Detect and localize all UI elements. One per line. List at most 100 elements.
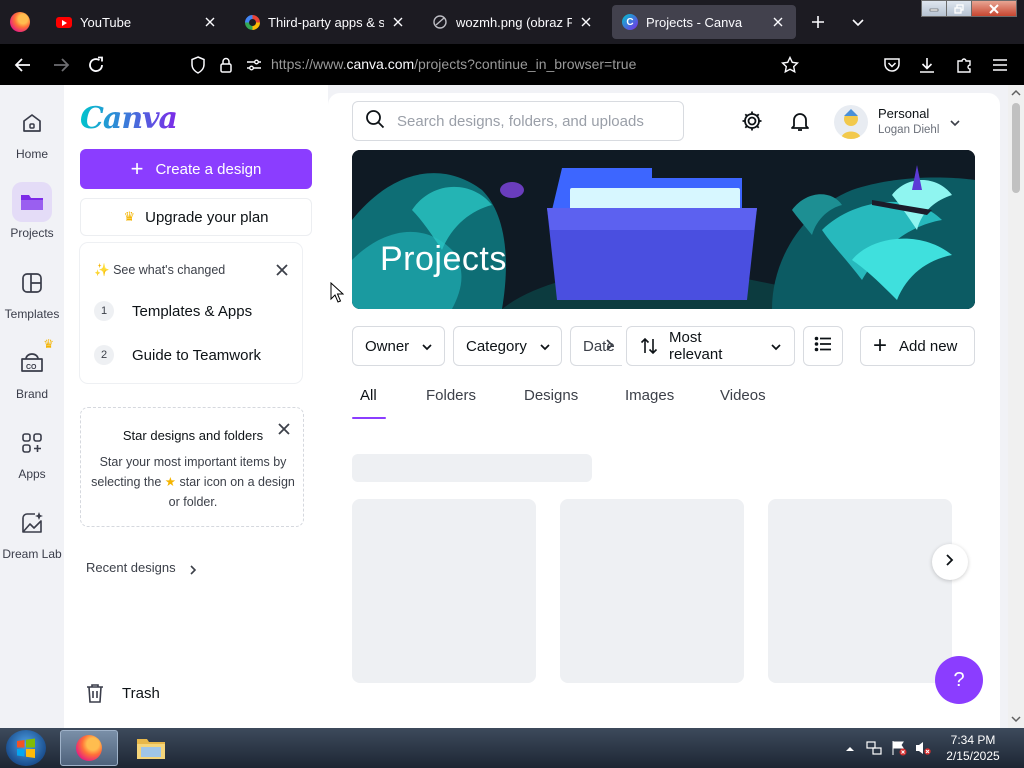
scroll-down-arrow-icon[interactable] (1011, 714, 1021, 724)
upgrade-plan-button[interactable]: ♛ Upgrade your plan (80, 198, 312, 236)
menu-hamburger-icon[interactable] (989, 54, 1011, 76)
start-button[interactable] (6, 730, 46, 766)
window-close-button[interactable] (971, 0, 1017, 17)
sort-label: Most relevant (669, 329, 723, 363)
close-icon[interactable] (578, 14, 594, 30)
loading-skeleton-card (560, 499, 744, 683)
downloads-icon[interactable] (916, 54, 938, 76)
taskbar-clock[interactable]: 7:34 PM 2/15/2025 (940, 732, 1006, 764)
canva-icon: C (622, 14, 638, 30)
tab-label: YouTube (80, 14, 132, 30)
back-arrow-icon[interactable] (12, 54, 34, 76)
page-scrollbar[interactable] (1008, 85, 1024, 728)
restore-button[interactable] (946, 0, 972, 17)
rail-item-home[interactable]: Home (0, 103, 64, 161)
rail-item-brand[interactable]: CO ♛ Brand (0, 337, 64, 401)
tab-all[interactable]: All (360, 387, 377, 404)
apps-icon (12, 423, 52, 463)
rail-item-label: Apps (18, 467, 46, 481)
forward-arrow-icon[interactable] (50, 54, 72, 76)
rail-item-label: Templates (4, 307, 60, 321)
chevron-right-icon (188, 563, 198, 575)
firefox-logo-icon[interactable] (10, 12, 30, 32)
star-designs-card: Star designs and folders Star your most … (80, 407, 304, 527)
tab-designs[interactable]: Designs (524, 387, 578, 404)
list-view-toggle[interactable] (803, 326, 843, 366)
tab-wozmh-png[interactable]: wozmh.png (obraz PNG, (422, 5, 604, 39)
close-icon[interactable] (276, 263, 290, 277)
site-permissions-icon[interactable] (243, 54, 265, 76)
owner-filter-dropdown[interactable]: Owner (352, 326, 445, 366)
step-number: 1 (94, 301, 114, 321)
close-icon[interactable] (770, 14, 786, 30)
scroll-filters-chevron-right-icon[interactable] (604, 338, 620, 354)
carousel-next-button[interactable] (932, 544, 968, 580)
search-box[interactable] (352, 101, 684, 141)
url-bar[interactable]: https://www.canva.com/projects?continue_… (271, 56, 636, 72)
rail-item-projects[interactable]: Projects (0, 182, 64, 240)
rail-item-label: Dream Lab (2, 547, 62, 561)
pocket-icon[interactable] (881, 54, 903, 76)
close-icon[interactable] (202, 14, 218, 30)
side-panel: Canva + Create a design ♛ Upgrade your p… (64, 85, 328, 728)
rail-item-templates[interactable]: Templates (0, 263, 64, 321)
account-type: Personal (878, 106, 930, 121)
whats-changed-title: ✨ See what's changed (94, 263, 225, 278)
brand-icon: CO ♛ (12, 337, 54, 383)
firefox-icon (76, 735, 102, 761)
rail-item-dream-lab[interactable]: Dream Lab (0, 503, 64, 561)
volume-muted-icon[interactable] (915, 740, 931, 756)
close-icon[interactable] (277, 422, 291, 436)
search-input[interactable] (397, 112, 677, 130)
chevron-right-icon (944, 553, 956, 572)
add-new-button[interactable]: + Add new (860, 326, 975, 366)
trash-link[interactable]: Trash (84, 682, 160, 704)
scroll-up-arrow-icon[interactable] (1011, 88, 1021, 98)
party-icon: ✨ (94, 263, 110, 277)
step-number: 2 (94, 345, 114, 365)
extensions-puzzle-icon[interactable] (953, 54, 975, 76)
close-icon[interactable] (390, 14, 406, 30)
reload-icon[interactable] (85, 54, 107, 76)
taskbar-file-explorer[interactable] (122, 730, 180, 766)
tab-folders[interactable]: Folders (426, 387, 476, 404)
tab-images[interactable]: Images (625, 387, 674, 404)
projects-hero-banner: Projects (352, 150, 975, 309)
tab-label: wozmh.png (obraz PNG, (456, 14, 572, 30)
tray-expand-arrow-icon[interactable] (845, 740, 861, 756)
tab-youtube[interactable]: YouTube (46, 5, 228, 39)
network-icon[interactable] (866, 740, 882, 756)
tab-projects-canva[interactable]: C Projects - Canva (612, 5, 796, 39)
tab-third-party-apps[interactable]: Third-party apps & serv (234, 5, 416, 39)
nav-rail: Home Projects Templates CO ♛ Brand Apps … (0, 85, 64, 728)
taskbar-firefox[interactable] (60, 730, 118, 766)
url-domain: canva.com (346, 56, 415, 72)
account-menu[interactable]: Personal Logan Diehl (834, 103, 984, 141)
settings-gear-icon[interactable] (740, 109, 764, 133)
scrollbar-thumb[interactable] (1012, 103, 1020, 193)
list-tabs-chevron-down-icon[interactable] (848, 12, 868, 32)
recent-designs-link[interactable]: Recent designs (86, 560, 198, 575)
account-username: Logan Diehl (878, 124, 940, 136)
google-icon (244, 14, 260, 30)
notifications-bell-icon[interactable] (788, 109, 812, 133)
category-filter-dropdown[interactable]: Category (453, 326, 562, 366)
create-design-button[interactable]: + Create a design (80, 149, 312, 189)
browser-nav-bar: https://www.canva.com/projects?continue_… (0, 44, 1024, 85)
action-center-flag-icon[interactable] (891, 740, 907, 756)
rail-item-apps[interactable]: Apps (0, 423, 64, 481)
lock-icon[interactable] (215, 54, 237, 76)
tab-videos[interactable]: Videos (720, 387, 766, 404)
minimize-button[interactable] (921, 0, 947, 17)
whats-changed-item-templates-apps[interactable]: 1 Templates & Apps (94, 301, 252, 321)
help-button[interactable]: ? (935, 656, 983, 704)
new-tab-plus-icon[interactable] (808, 12, 828, 32)
sort-dropdown[interactable]: Most relevant (626, 326, 795, 366)
canva-logo[interactable]: Canva (80, 101, 178, 136)
bookmark-star-icon[interactable] (779, 54, 801, 76)
tracking-shield-icon[interactable] (187, 54, 209, 76)
chevron-down-icon (421, 340, 433, 352)
folder-icon (12, 182, 52, 222)
whats-changed-item-guide-teamwork[interactable]: 2 Guide to Teamwork (94, 345, 261, 365)
star-icon: ★ (164, 475, 177, 489)
